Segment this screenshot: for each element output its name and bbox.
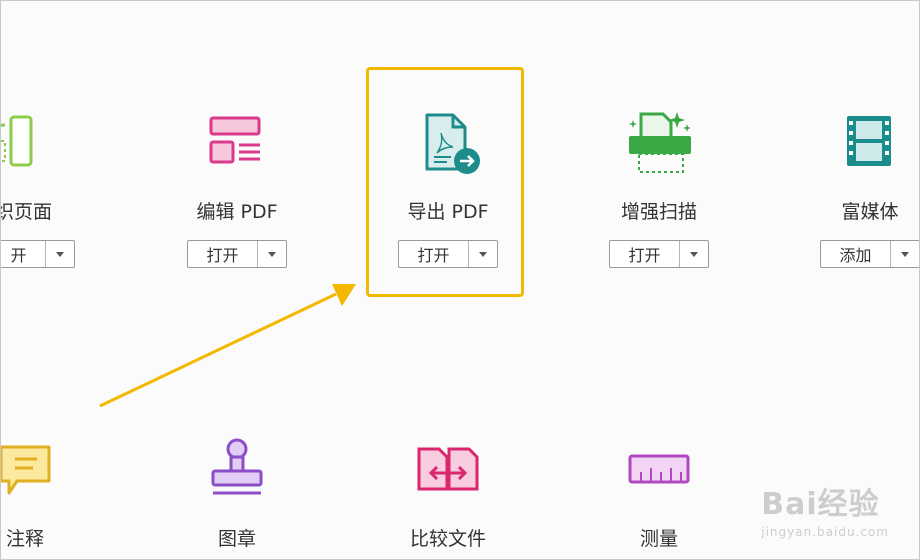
compare-files-label: 比较文件 xyxy=(409,528,486,550)
organize-pages-open-split-button[interactable]: 开 xyxy=(1,240,75,268)
enhance-scan-label: 增强扫描 xyxy=(620,201,697,223)
rich-media-dropdown-button[interactable] xyxy=(891,241,919,267)
pointer-arrow xyxy=(99,284,356,408)
rich-media-add-button[interactable]: 添加 xyxy=(821,241,891,267)
rich-media-icon xyxy=(847,116,891,166)
chevron-down-icon xyxy=(56,251,64,257)
edit-pdf-label: 编辑 PDF xyxy=(196,201,278,223)
edit-pdf-icon xyxy=(209,116,261,164)
compare-files-icon xyxy=(417,447,479,491)
baidu-jingyan-watermark: Bai经验 jingyan.baidu.com xyxy=(761,479,889,539)
comment-label: 注释 xyxy=(6,528,45,550)
enhance-scan-dropdown-button[interactable] xyxy=(680,241,708,267)
enhance-scan-icon xyxy=(629,112,691,173)
organize-pages-label: 织页面 xyxy=(0,201,53,223)
watermark-brand: Bai经验 xyxy=(761,487,880,522)
watermark-site: jingyan.baidu.com xyxy=(761,525,889,539)
rich-media-label: 富媒体 xyxy=(841,201,899,223)
comment-icon xyxy=(1,445,51,495)
measure-label: 测量 xyxy=(639,528,678,550)
tools-panel: 织页面 开 编辑 PDF 打开 导出 PDF 打开 增强扫描 打开 富媒体 添加… xyxy=(0,0,920,560)
organize-pages-open-button[interactable]: 开 xyxy=(1,241,46,267)
enhance-scan-open-split-button[interactable]: 打开 xyxy=(609,240,709,268)
edit-pdf-dropdown-button[interactable] xyxy=(258,241,286,267)
edit-pdf-open-split-button[interactable]: 打开 xyxy=(187,240,287,268)
stamp-icon xyxy=(211,438,263,495)
organize-pages-dropdown-button[interactable] xyxy=(46,241,74,267)
measure-icon xyxy=(628,454,690,484)
highlight-box xyxy=(366,67,524,297)
stamp-label: 图章 xyxy=(217,528,256,550)
edit-pdf-open-button[interactable]: 打开 xyxy=(188,241,258,267)
organize-pages-icon xyxy=(1,115,33,167)
enhance-scan-open-button[interactable]: 打开 xyxy=(610,241,680,267)
rich-media-add-split-button[interactable]: 添加 xyxy=(820,240,919,268)
chevron-down-icon xyxy=(690,251,698,257)
chevron-down-icon xyxy=(268,251,276,257)
chevron-down-icon xyxy=(901,251,909,257)
